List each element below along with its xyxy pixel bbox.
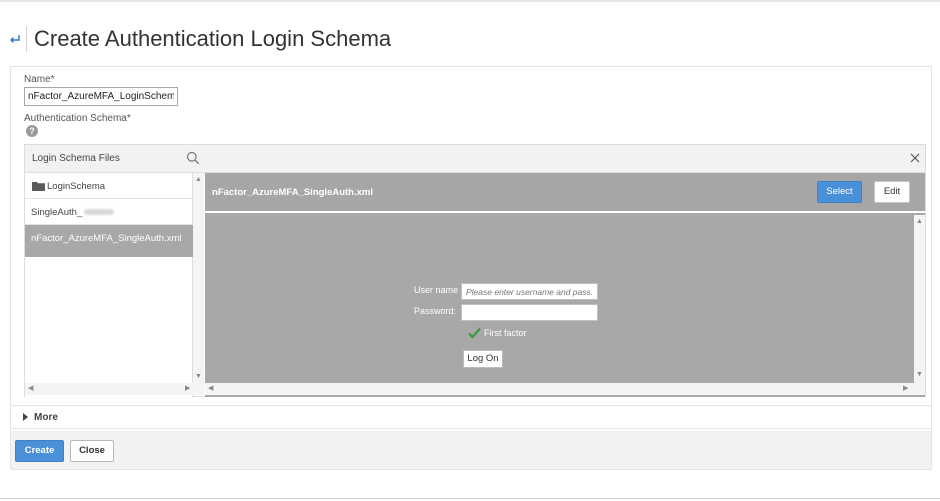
preview-file-name: nFactor_AzureMFA_SingleAuth.xml (212, 187, 373, 198)
file-list: LoginSchema SingleAuth_ nFactor_AzureMFA… (25, 173, 193, 397)
close-button[interactable]: Close (70, 440, 114, 462)
action-bar: Create Close (11, 431, 931, 469)
password-label: Password: (414, 306, 457, 316)
folder-icon (32, 181, 45, 191)
search-icon[interactable] (186, 151, 200, 165)
file-item-selected[interactable]: nFactor_AzureMFA_SingleAuth.xml (25, 225, 193, 257)
preview-vertical-scrollbar[interactable]: ▲ ▼ (914, 215, 925, 383)
login-form-preview: User name Password: First factor Log On (205, 215, 914, 381)
checkmark-icon (468, 327, 481, 339)
select-button[interactable]: Select (817, 181, 862, 203)
file-item-loginschema-folder[interactable]: LoginSchema (25, 173, 193, 199)
scroll-left-arrow-icon[interactable]: ◀ (208, 385, 213, 393)
top-strip (0, 0, 940, 2)
header-divider (26, 26, 27, 52)
edit-button[interactable]: Edit (874, 181, 910, 203)
browser-header: Login Schema Files (25, 145, 925, 173)
close-icon[interactable] (908, 151, 922, 165)
password-input[interactable] (461, 304, 598, 321)
name-input[interactable] (24, 87, 178, 106)
first-factor-label: First factor (484, 328, 527, 338)
page-title: Create Authentication Login Schema (34, 26, 392, 51)
file-item-label: nFactor_AzureMFA_SingleAuth.xml (31, 233, 182, 244)
bottom-border (0, 498, 940, 499)
name-label: Name* (24, 74, 55, 85)
schema-preview-pane: nFactor_AzureMFA_SingleAuth.xml Select E… (205, 173, 925, 397)
username-input[interactable] (461, 283, 598, 300)
page-header: Create Authentication Login Schema (0, 24, 940, 56)
files-title: Login Schema Files (32, 153, 120, 164)
log-on-button[interactable]: Log On (463, 350, 503, 368)
file-item-singleauth[interactable]: SingleAuth_ (25, 199, 193, 225)
more-label[interactable]: More (34, 412, 58, 423)
scroll-left-arrow-icon[interactable]: ◀ (28, 385, 33, 393)
file-item-label: LoginSchema (47, 181, 106, 192)
form-panel: Name* Authentication Schema* ? Login Sch… (10, 66, 932, 470)
authentication-schema-label: Authentication Schema* (24, 113, 131, 124)
username-label: User name (414, 285, 459, 295)
preview-header: nFactor_AzureMFA_SingleAuth.xml Select E… (205, 173, 925, 213)
help-icon[interactable]: ? (26, 125, 38, 137)
scroll-right-arrow-icon[interactable]: ▶ (903, 385, 908, 393)
back-arrow-icon[interactable] (8, 30, 22, 48)
schema-file-browser: Login Schema Files LoginSchema SingleAut… (24, 144, 926, 397)
preview-horizontal-scrollbar[interactable]: ◀ ▶ (205, 383, 925, 395)
scroll-up-arrow-icon[interactable]: ▲ (195, 176, 202, 184)
scroll-down-arrow-icon[interactable]: ▼ (916, 371, 923, 379)
scroll-down-arrow-icon[interactable]: ▼ (195, 373, 202, 381)
scroll-right-arrow-icon[interactable]: ▶ (185, 385, 190, 393)
caret-right-icon (23, 413, 28, 421)
file-item-label: SingleAuth_ (31, 207, 83, 218)
more-section-toggle[interactable]: More (11, 405, 931, 429)
scroll-up-arrow-icon[interactable]: ▲ (916, 218, 923, 226)
create-button[interactable]: Create (15, 440, 64, 462)
file-list-vertical-scrollbar[interactable]: ▲ ▼ (193, 173, 204, 383)
file-list-horizontal-scrollbar[interactable]: ◀ ▶ (25, 383, 204, 395)
redacted-text (84, 209, 115, 216)
